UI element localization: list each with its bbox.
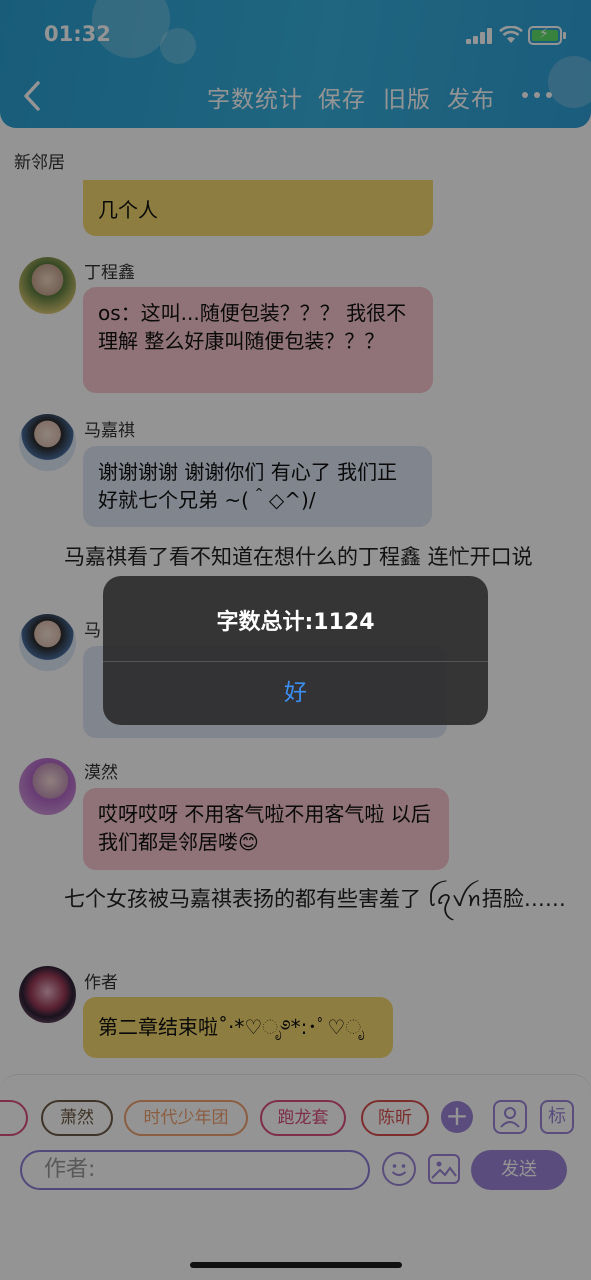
home-indicator (190, 1262, 402, 1268)
dialog-title: 字数总计:1124 (216, 610, 375, 635)
ok-button[interactable]: 好 (103, 662, 488, 725)
word-count-dialog: 字数总计:1124 好 (103, 576, 488, 725)
